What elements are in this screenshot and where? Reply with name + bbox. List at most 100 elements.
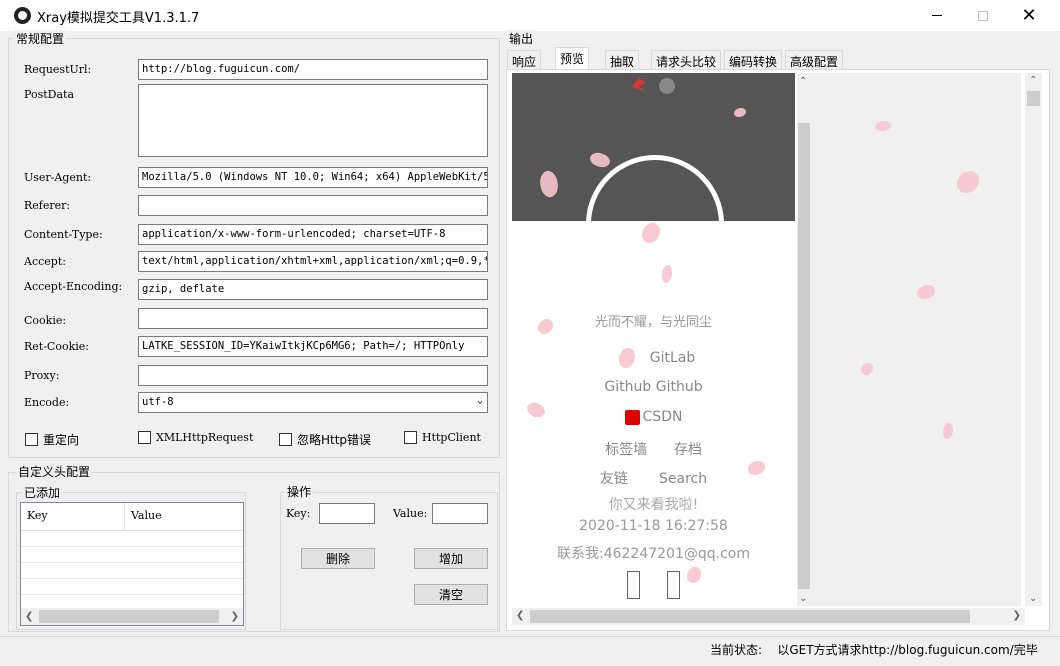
scrollbar-thumb[interactable] <box>39 610 219 623</box>
accept-input[interactable]: text/html,application/xhtml+xml,applicat… <box>138 251 488 272</box>
tab-response[interactable]: 响应 <box>507 50 542 69</box>
table-header: Key Value <box>21 503 243 531</box>
scroll-left-icon[interactable]: ❮ <box>25 611 33 622</box>
request-url-input[interactable]: http://blog.fuguicun.com/ <box>138 59 488 80</box>
checkbox-box <box>404 431 417 444</box>
contact-text: 联系我:462247201@qq.com <box>556 546 750 562</box>
link-gitlab[interactable]: GitLab <box>512 350 795 366</box>
xmlhttprequest-checkbox[interactable]: XMLHttpRequest <box>138 431 253 444</box>
petal-decoration <box>662 265 672 283</box>
output-vertical-scrollbar[interactable]: ⌃ ⌄ <box>1025 73 1042 606</box>
tab-header-compare[interactable]: 请求头比较 <box>651 50 722 69</box>
key-input[interactable] <box>319 503 375 524</box>
table-row <box>21 563 243 579</box>
scroll-left-icon[interactable]: ❮ <box>516 610 524 621</box>
tab-extract[interactable]: 抽取 <box>605 50 640 69</box>
scroll-up-icon[interactable]: ⌃ <box>1029 75 1037 86</box>
accept-encoding-label: Accept-Encoding: <box>24 280 123 293</box>
column-key-header[interactable]: Key <box>21 503 125 530</box>
encode-label: Encode: <box>24 396 70 409</box>
status-line: 当前状态: 以GET方式请求http://blog.fuguicun.com/完… <box>710 641 1038 658</box>
user-agent-input[interactable]: Mozilla/5.0 (Windows NT 10.0; Win64; x64… <box>138 167 488 188</box>
tab-encoding[interactable]: 编码转换 <box>724 50 783 69</box>
key-label: Key: <box>286 507 311 520</box>
proxy-label: Proxy: <box>24 369 60 382</box>
hero-banner <box>512 73 795 221</box>
table-row <box>21 547 243 563</box>
preview-vertical-scrollbar[interactable]: ⌃ ⌄ <box>797 73 811 606</box>
scroll-up-icon[interactable]: ⌃ <box>799 76 807 87</box>
value-label: Value: <box>393 507 428 520</box>
maximize-icon <box>978 10 988 21</box>
petal-decoration <box>687 567 701 583</box>
encode-selected-value: utf-8 <box>142 396 174 408</box>
window-title: Xray模拟提交工具V1.3.1.7 <box>37 11 200 26</box>
minimize-button[interactable] <box>914 0 960 31</box>
add-button[interactable]: 增加 <box>414 548 488 569</box>
ignore-http-error-checkbox[interactable]: 忽略Http错误 <box>279 431 371 448</box>
clear-button[interactable]: 清空 <box>414 584 488 605</box>
output-label: 输出 <box>507 30 536 47</box>
delete-button[interactable]: 删除 <box>301 548 375 569</box>
proxy-input[interactable] <box>138 365 488 386</box>
content-type-input[interactable]: application/x-www-form-urlencoded; chars… <box>138 224 488 245</box>
referer-label: Referer: <box>24 199 71 212</box>
accept-encoding-input[interactable]: gzip, deflate <box>138 279 488 300</box>
chevron-down-icon: ⌄ <box>476 395 483 406</box>
petal-decoration <box>943 423 953 439</box>
petal-decoration <box>642 223 660 243</box>
scroll-right-icon[interactable]: ❯ <box>231 611 239 622</box>
datetime-text: 2020-11-18 16:27:58 <box>579 518 728 534</box>
referer-input[interactable] <box>138 195 488 216</box>
minimize-icon <box>932 15 942 16</box>
table-row <box>21 531 243 547</box>
petal-decoration <box>957 171 979 193</box>
tab-advanced[interactable]: 高级配置 <box>785 50 844 69</box>
table-row <box>21 579 243 595</box>
scroll-down-icon[interactable]: ⌄ <box>799 593 807 604</box>
close-button[interactable]: ✕ <box>1006 0 1052 31</box>
accept-label: Accept: <box>24 255 66 268</box>
scrollbar-thumb[interactable] <box>798 123 810 589</box>
ops-label: 操作 <box>285 483 314 500</box>
post-data-textarea[interactable] <box>138 84 488 157</box>
nav-search[interactable]: Search <box>659 471 707 487</box>
checkbox-box <box>138 431 151 444</box>
scrollbar-thumb[interactable] <box>530 610 970 623</box>
preview-browser[interactable]: 光而不耀，与光同尘 GitLab Github Github CSDN 标签墙 … <box>512 73 797 606</box>
petal-decoration <box>538 319 553 334</box>
headers-table[interactable]: Key Value ❮ ❯ <box>20 502 244 626</box>
github-icon <box>659 78 675 94</box>
ret-cookie-input[interactable]: LATKE_SESSION_ID=YKaiwItkjKCp6MG6; Path=… <box>138 336 488 357</box>
encode-select[interactable]: utf-8 ⌄ <box>138 392 488 413</box>
content-type-label: Content-Type: <box>24 228 103 241</box>
scroll-down-icon[interactable]: ⌄ <box>1029 593 1037 604</box>
added-label: 已添加 <box>22 484 63 501</box>
nav-tag-wall[interactable]: 标签墙 <box>605 442 647 458</box>
table-horizontal-scrollbar[interactable]: ❮ ❯ <box>21 608 243 625</box>
scroll-right-icon[interactable]: ❯ <box>1013 610 1021 621</box>
column-value-header[interactable]: Value <box>125 503 168 530</box>
httpclient-checkbox[interactable]: HttpClient <box>404 431 481 444</box>
scrollbar-thumb[interactable] <box>1027 91 1040 106</box>
cookie-input[interactable] <box>138 308 488 329</box>
post-data-label: PostData <box>24 88 74 101</box>
output-horizontal-scrollbar[interactable]: ❮ ❯ <box>512 608 1025 625</box>
link-github[interactable]: Github Github <box>512 379 795 395</box>
logo-icon <box>632 78 646 92</box>
nav-archive[interactable]: 存档 <box>674 442 702 458</box>
close-icon: ✕ <box>1021 4 1037 26</box>
maximize-button[interactable] <box>960 0 1006 31</box>
link-csdn[interactable]: CSDN <box>512 409 795 425</box>
custom-header-label: 自定义头配置 <box>16 463 93 480</box>
welcome-text: 你又来看我啦! <box>608 497 699 513</box>
app-icon <box>14 7 31 24</box>
status-label: 当前状态: <box>710 643 763 657</box>
checkbox-box <box>25 433 38 446</box>
request-url-label: RequestUrl: <box>24 63 92 76</box>
user-agent-label: User-Agent: <box>24 171 92 184</box>
tab-preview[interactable]: 预览 <box>555 47 590 70</box>
redirect-checkbox[interactable]: 重定向 <box>25 431 79 448</box>
value-input[interactable] <box>432 503 488 524</box>
nav-friends[interactable]: 友链 <box>600 471 628 487</box>
